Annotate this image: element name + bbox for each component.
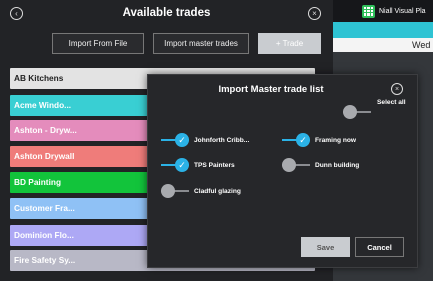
trade-name: Dominion Flo...	[14, 230, 74, 240]
master-trade-option[interactable]: Cladful glazing	[161, 184, 241, 198]
switch-knob	[161, 184, 175, 198]
trade-option-label: TPS Painters	[194, 161, 235, 169]
background-header-bar	[330, 22, 433, 38]
select-all-switch[interactable]	[343, 105, 371, 119]
trade-option-label: Dunn building	[315, 161, 360, 169]
trade-name: BD Painting	[14, 177, 62, 187]
save-button[interactable]: Save	[301, 237, 350, 257]
master-trade-option[interactable]: ✓ Johnforth Cribb...	[161, 133, 249, 147]
switch-knob	[343, 105, 357, 119]
trade-name: Acme Windo...	[14, 100, 72, 110]
import-master-trade-modal: Import Master trade list × Select all ✓ J…	[147, 74, 418, 268]
cancel-button[interactable]: Cancel	[355, 237, 404, 257]
modal-title: Import Master trade list	[218, 84, 324, 95]
trade-name: Ashton - Dryw...	[14, 125, 77, 135]
add-trade-button[interactable]: + Trade	[258, 33, 321, 54]
close-panel-icon[interactable]: ×	[308, 7, 321, 20]
trade-option-label: Johnforth Cribb...	[194, 136, 250, 144]
trade-option-switch[interactable]: ✓	[161, 133, 189, 147]
check-icon: ✓	[175, 158, 189, 172]
master-trade-option[interactable]: Dunn building	[282, 158, 359, 172]
master-trade-option[interactable]: ✓ TPS Painters	[161, 158, 235, 172]
select-all-label: Select all	[377, 99, 406, 106]
trade-name: AB Kitchens	[14, 73, 64, 83]
trade-option-label: Framing now	[315, 136, 357, 144]
import-from-file-button[interactable]: Import From File	[52, 33, 144, 54]
app-name: Niall Visual Pla	[379, 7, 426, 15]
trade-name: Ashton Drywall	[14, 151, 75, 161]
trade-option-switch[interactable]: ✓	[161, 158, 189, 172]
close-modal-icon[interactable]: ×	[391, 83, 403, 95]
check-icon: ✓	[175, 133, 189, 147]
trade-option-switch[interactable]: ✓	[282, 133, 310, 147]
trade-option-switch[interactable]	[282, 158, 310, 172]
switch-knob	[282, 158, 296, 172]
background-topbar: Niall Visual Pla	[330, 0, 433, 22]
app-logo-icon	[362, 4, 375, 18]
check-icon: ✓	[296, 133, 310, 147]
panel-title: Available trades	[122, 7, 211, 19]
trade-option-label: Cladful glazing	[194, 187, 241, 195]
select-all-toggle[interactable]: Select all	[343, 99, 406, 119]
master-trade-option[interactable]: ✓ Framing now	[282, 133, 356, 147]
trade-name: Fire Safety Sy...	[14, 255, 76, 265]
background-day-header: Wed	[330, 38, 433, 52]
trade-name: Customer Fra...	[14, 203, 75, 213]
import-master-trades-button[interactable]: Import master trades	[153, 33, 249, 54]
trade-option-switch[interactable]	[161, 184, 189, 198]
panel-header: ‹ Available trades ×	[0, 0, 333, 28]
